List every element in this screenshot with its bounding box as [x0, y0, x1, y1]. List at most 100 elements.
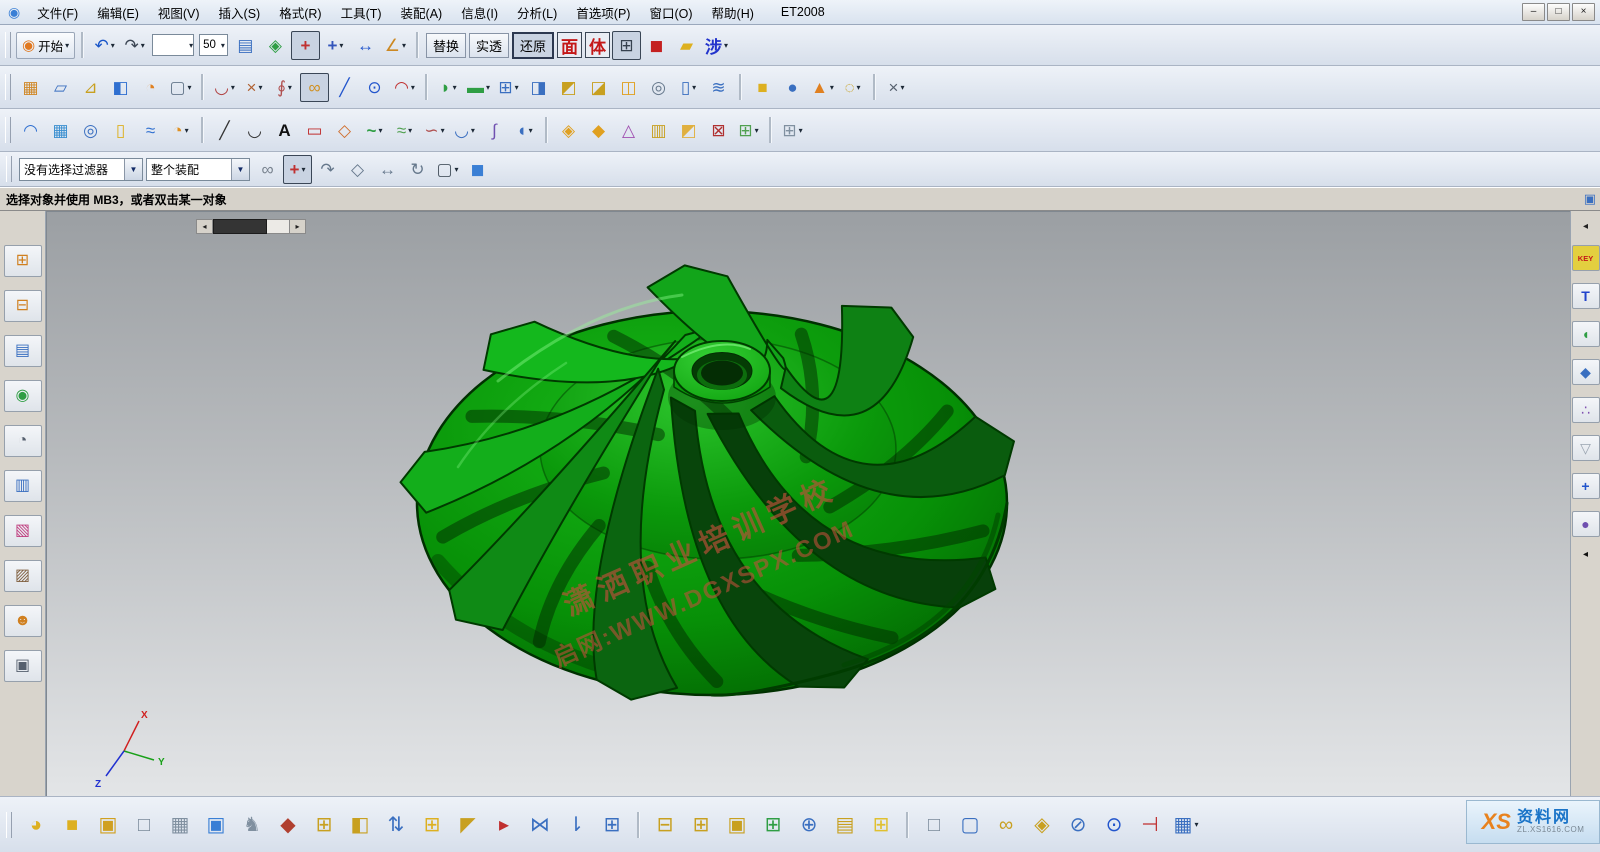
template-t-icon[interactable]: T — [1572, 283, 1600, 309]
promote-body-icon[interactable]: ◤ — [452, 808, 484, 842]
toolbar-grip[interactable] — [6, 812, 12, 838]
red-cube-icon[interactable]: ◼ — [642, 31, 671, 60]
point-method-icon[interactable]: +▾ — [321, 31, 350, 60]
paired-add-icon[interactable]: ⊞ — [685, 808, 717, 842]
intersection-point-icon-dropdown[interactable]: ▾ — [258, 83, 262, 92]
pan-icon[interactable]: ↔ — [373, 155, 402, 184]
iso-box-icon[interactable]: ◇ — [343, 155, 372, 184]
revolve-icon[interactable]: ◔ — [136, 73, 165, 102]
intersect-icon[interactable]: ◩ — [554, 73, 583, 102]
interference-icon[interactable]: ×▾ — [882, 73, 911, 102]
selection-filter-combo[interactable]: 没有选择过滤器 ▼ — [19, 158, 143, 181]
move-component-icon[interactable]: ◧ — [344, 808, 376, 842]
point-on-curve-icon-dropdown[interactable]: ▾ — [231, 83, 235, 92]
undo-icon[interactable]: ↶▾ — [90, 31, 119, 60]
trim-body-icon[interactable]: ◪ — [584, 73, 613, 102]
view-combo-dropdown[interactable]: ▾ — [189, 41, 193, 50]
scroll-thumb[interactable] — [213, 219, 267, 234]
grid-cube-icon[interactable]: ▦ — [164, 808, 196, 842]
face-button[interactable]: 面 — [557, 32, 582, 58]
stacked-cubes-icon[interactable]: ▤ — [829, 808, 861, 842]
measure-angle-icon[interactable]: ∠▾ — [381, 31, 410, 60]
new-component-icon[interactable]: ⊞ — [416, 808, 448, 842]
toolbar-grip[interactable] — [5, 117, 11, 143]
boss-icon-dropdown[interactable]: ▾ — [692, 83, 696, 92]
bridge-curve-icon-dropdown[interactable]: ▾ — [471, 126, 475, 135]
studio-spline-icon-dropdown[interactable]: ▾ — [378, 126, 382, 135]
rotate-view-icon[interactable]: ↻ — [403, 155, 432, 184]
patch-icon[interactable]: ◩ — [674, 116, 703, 145]
knight-icon[interactable]: ♞ — [236, 808, 268, 842]
text-tool-icon[interactable]: A — [270, 116, 299, 145]
collapse-mid-icon[interactable]: ◂ — [1578, 549, 1594, 561]
green-add-cube-icon[interactable]: ⊞ — [757, 808, 789, 842]
minimize-button[interactable]: – — [1522, 3, 1545, 21]
polygon-icon[interactable]: ◇ — [330, 116, 359, 145]
reference-blue-icon[interactable]: ▢ — [954, 808, 986, 842]
thread-icon[interactable]: ≋ — [704, 73, 733, 102]
half-sphere-icon[interactable]: ◗▾ — [434, 73, 463, 102]
suppress-icon[interactable]: ⊘ — [1062, 808, 1094, 842]
add-component-icon[interactable]: ⊞ — [308, 808, 340, 842]
block-icon-dropdown[interactable]: ▾ — [188, 83, 192, 92]
horizontal-scrollbar[interactable]: ◂ ▸ — [196, 219, 306, 234]
helix-icon[interactable]: ∫ — [480, 116, 509, 145]
arc-icon[interactable]: ◠▾ — [390, 73, 419, 102]
section-surface-icon[interactable]: ◔▾ — [166, 116, 195, 145]
datum-plane-icon[interactable]: ▱ — [46, 73, 75, 102]
status-detail-icon[interactable]: ▣ — [1584, 191, 1596, 207]
combo-arrow-icon[interactable]: ▼ — [231, 159, 249, 180]
toolbar-grip[interactable] — [6, 156, 12, 182]
datum-table-icon[interactable]: ▦▾ — [1170, 808, 1202, 842]
menu-help[interactable]: 帮助(H) — [701, 0, 762, 25]
body-button[interactable]: 体 — [585, 32, 610, 58]
shell-icon[interactable]: ◌▾ — [838, 73, 867, 102]
people-icon[interactable]: ☻ — [4, 605, 42, 637]
ruled-surface-icon[interactable]: ◠ — [16, 116, 45, 145]
replace-button[interactable]: 替换 — [426, 33, 466, 58]
blue-plus-icon[interactable]: + — [1572, 473, 1600, 499]
offset-surface-icon-dropdown[interactable]: ▾ — [755, 126, 759, 135]
cone-feature-icon-dropdown[interactable]: ▾ — [830, 83, 834, 92]
split-body-icon[interactable]: ◫ — [614, 73, 643, 102]
tube-icon[interactable]: ◖▾ — [510, 116, 539, 145]
empty-cube-icon[interactable]: □ — [128, 808, 160, 842]
menu-edit[interactable]: 编辑(E) — [86, 0, 147, 25]
bridge-curve-icon[interactable]: ◡▾ — [450, 116, 479, 145]
info-part-icon[interactable]: ⊙ — [1098, 808, 1130, 842]
scroll-right-button[interactable]: ▸ — [289, 219, 306, 234]
bounded-plane-icon[interactable]: ▬▾ — [464, 73, 493, 102]
part-navigator-icon[interactable]: ▤ — [4, 335, 42, 367]
subtract-icon[interactable]: ◨ — [524, 73, 553, 102]
replace-component-icon[interactable]: ⇅ — [380, 808, 412, 842]
menu-information[interactable]: 信息(I) — [450, 0, 506, 25]
selection-scope-combo[interactable]: 整个装配 ▼ — [146, 158, 250, 181]
unite-icon-dropdown[interactable]: ▾ — [515, 83, 519, 92]
green-part-icon[interactable]: ◖ — [1572, 321, 1600, 347]
shaded-view-icon[interactable]: ◼ — [463, 155, 492, 184]
assembly-navigator-icon[interactable]: ⊞ — [4, 245, 42, 277]
yellow-add-cube-icon[interactable]: ⊞ — [865, 808, 897, 842]
wade-button[interactable]: 涉▾ — [702, 32, 731, 59]
measure-angle-icon-dropdown[interactable]: ▾ — [402, 41, 406, 50]
arc-icon-dropdown[interactable]: ▾ — [411, 83, 415, 92]
mirror-assembly-icon[interactable]: ⋈ — [524, 808, 556, 842]
blue-part-icon[interactable]: ◆ — [1572, 359, 1600, 385]
snap-point-icon[interactable]: + — [291, 31, 320, 60]
studio-surface-icon[interactable]: ◎ — [76, 116, 105, 145]
constraint-line-icon[interactable]: ⊣ — [1134, 808, 1166, 842]
menu-file[interactable]: 文件(F) — [26, 0, 86, 25]
sew-icon[interactable]: ▥ — [644, 116, 673, 145]
cup-part-icon[interactable]: ▽ — [1572, 435, 1600, 461]
pad-icon[interactable]: ▰ — [672, 31, 701, 60]
rectangle-icon[interactable]: ▭ — [300, 116, 329, 145]
constraint-navigator-icon[interactable]: ⊟ — [4, 290, 42, 322]
undo-icon-dropdown[interactable]: ▾ — [111, 41, 115, 50]
fit-spline-icon[interactable]: ≈▾ — [390, 116, 419, 145]
snapshot-icon[interactable]: ▣ — [200, 808, 232, 842]
scale-spinner-dropdown[interactable]: ▾ — [221, 41, 225, 50]
datum-csys-icon[interactable]: ⊿ — [76, 73, 105, 102]
history-palette-icon[interactable]: ◔ — [4, 425, 42, 457]
shell-icon-dropdown[interactable]: ▾ — [857, 83, 861, 92]
snap-select-icon[interactable]: +▾ — [283, 155, 312, 184]
